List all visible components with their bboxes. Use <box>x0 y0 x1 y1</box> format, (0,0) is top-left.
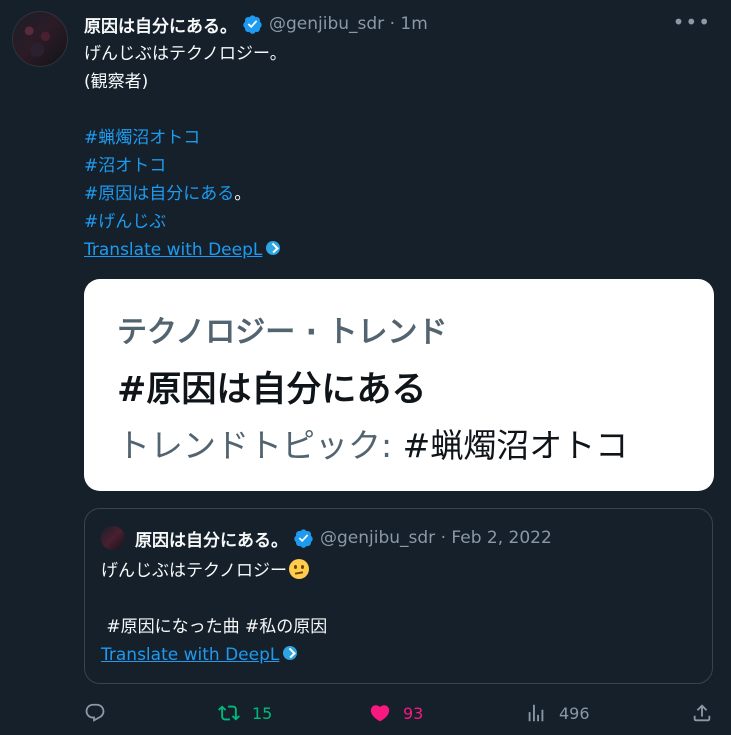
hashtag-link[interactable]: #蝋燭沼オトコ <box>84 128 200 148</box>
text-line: (観察者) <box>84 72 149 92</box>
card-topic-label: トレンドトピック: <box>117 426 403 465</box>
share-icon <box>693 704 711 722</box>
heart-icon <box>370 705 390 722</box>
card-topic-tag: #蝋燭沼オトコ <box>402 426 629 465</box>
retweet-icon <box>218 705 240 721</box>
quoted-tweet[interactable]: 原因は自分にある。 @genjibu_sdr · Feb 2, 2022 げんじ… <box>84 508 713 684</box>
quoted-display-name: 原因は自分にある。 <box>135 530 288 551</box>
quoted-avatar <box>101 526 125 550</box>
text-line: #原因になった曲 #私の原因 <box>101 617 328 637</box>
views-icon <box>528 704 544 722</box>
views-button[interactable]: 496 <box>525 702 590 724</box>
hashtag-link[interactable]: #原因は自分にある <box>84 184 234 204</box>
card-category: テクノロジー · トレンド <box>117 315 448 350</box>
display-name[interactable]: 原因は自分にある。 <box>84 12 237 37</box>
verified-badge-icon <box>243 14 262 34</box>
like-count: 93 <box>403 703 424 723</box>
translate-link[interactable]: Translate with DeepL <box>84 240 262 260</box>
verified-badge-icon <box>294 528 313 548</box>
translate-link[interactable]: Translate with DeepL <box>101 645 279 665</box>
handle-and-time[interactable]: @genjibu_sdr · 1m <box>269 14 428 34</box>
avatar[interactable] <box>12 11 68 67</box>
tweet-header: 原因は自分にある。 @genjibu_sdr · 1m <box>84 12 428 37</box>
reply-button[interactable] <box>84 702 118 724</box>
quoted-handle-date: @genjibu_sdr · Feb 2, 2022 <box>320 528 552 548</box>
card-trend-title: #原因は自分にある <box>117 370 427 410</box>
deepl-icon <box>283 646 298 660</box>
deepl-icon <box>266 241 281 255</box>
thinking-face-emoji <box>288 559 309 579</box>
quoted-header: 原因は自分にある。 @genjibu_sdr · Feb 2, 2022 <box>135 525 552 551</box>
hashtag-link[interactable]: #げんじぶ <box>84 212 166 232</box>
like-button[interactable]: 93 <box>369 702 423 724</box>
reply-icon <box>85 703 105 722</box>
action-bar: 15 93 496 <box>84 702 714 730</box>
text-fragment: 。 <box>234 184 252 204</box>
retweet-count: 15 <box>252 703 273 723</box>
retweet-button[interactable]: 15 <box>218 702 272 724</box>
hashtag-link[interactable]: #沼オトコ <box>84 156 166 176</box>
trend-image-card[interactable]: テクノロジー · トレンド #原因は自分にある トレンドトピック: #蝋燭沼オト… <box>84 279 714 491</box>
share-button[interactable] <box>691 702 725 724</box>
text-line: げんじぶはテクノロジー <box>101 561 287 581</box>
more-icon[interactable]: ••• <box>673 10 711 34</box>
text-line: げんじぶはテクノロジー。 <box>84 44 287 64</box>
views-count: 496 <box>559 703 590 723</box>
card-trend-topic: トレンドトピック: #蝋燭沼オトコ <box>117 419 628 467</box>
tweet-text: げんじぶはテクノロジー。 (観察者) #蝋燭沼オトコ #沼オトコ #原因は自分に… <box>84 40 287 264</box>
quoted-text: げんじぶはテクノロジー #原因になった曲 #私の原因 Translate wit… <box>101 557 327 669</box>
